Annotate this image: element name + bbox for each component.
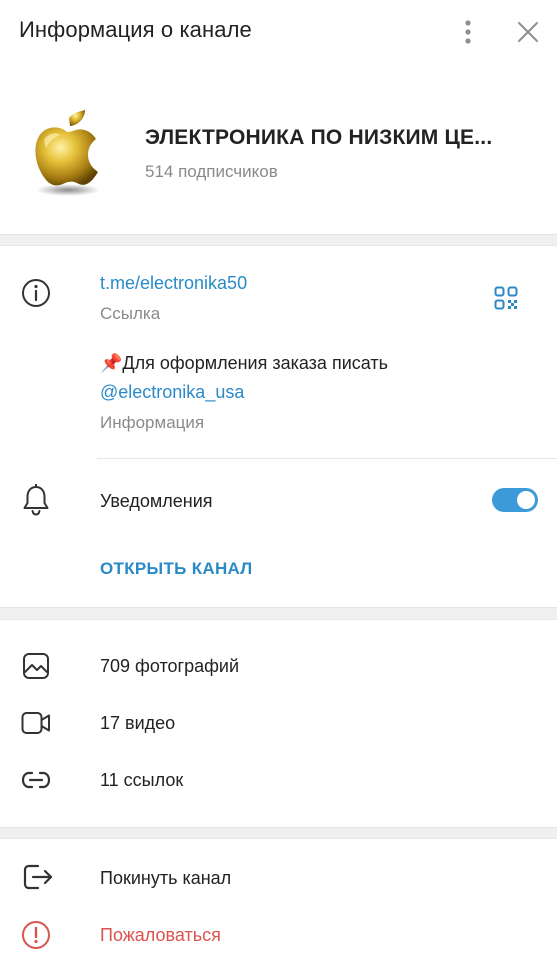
photos-count[interactable]: 709 фотографий bbox=[100, 656, 239, 677]
video-icon bbox=[21, 711, 51, 740]
notifications-toggle[interactable] bbox=[492, 488, 538, 512]
report-button[interactable]: Пожаловаться bbox=[100, 925, 221, 946]
section-divider bbox=[0, 827, 557, 839]
subscriber-count: 514 подписчиков bbox=[145, 162, 278, 181]
link-icon bbox=[20, 769, 52, 796]
info-separator bbox=[97, 458, 557, 459]
channel-name: ЭЛЕКТРОНИКА ПО НИЗКИМ ЦЕ... bbox=[145, 126, 493, 149]
header: Информация о канале bbox=[0, 0, 557, 64]
videos-count[interactable]: 17 видео bbox=[100, 713, 175, 734]
notifications-label: Уведомления bbox=[100, 491, 213, 511]
section-divider bbox=[0, 607, 557, 620]
pin-emoji: 📌 bbox=[100, 353, 123, 373]
channel-link-label: Ссылка bbox=[100, 304, 161, 323]
more-menu-icon[interactable] bbox=[456, 16, 480, 48]
description-text: Для оформления заказа писать bbox=[122, 353, 388, 373]
links-count[interactable]: 11 ссылок bbox=[100, 770, 183, 791]
channel-link[interactable]: t.me/electronika50 bbox=[100, 273, 247, 294]
section-divider bbox=[0, 234, 557, 246]
photo-icon bbox=[22, 652, 50, 685]
bell-icon bbox=[22, 483, 50, 521]
leave-channel-button[interactable]: Покинуть канал bbox=[100, 868, 231, 889]
toggle-knob bbox=[517, 491, 535, 509]
qr-code-icon[interactable] bbox=[494, 286, 518, 315]
open-channel-button[interactable]: ОТКРЫТЬ КАНАЛ bbox=[100, 559, 253, 579]
description-label: Информация bbox=[100, 413, 205, 432]
close-icon[interactable] bbox=[513, 17, 543, 47]
page-title: Информация о канале bbox=[19, 17, 252, 42]
info-icon bbox=[21, 278, 51, 313]
description-mention-link[interactable]: @electronika_usa bbox=[100, 382, 244, 403]
report-icon bbox=[21, 920, 51, 955]
leave-icon bbox=[22, 863, 54, 896]
channel-description: 📌Для оформления заказа писать bbox=[100, 353, 388, 374]
channel-profile: ЭЛЕКТРОНИКА ПО НИЗКИМ ЦЕ... 514 подписчи… bbox=[0, 64, 557, 234]
channel-avatar bbox=[22, 108, 112, 198]
